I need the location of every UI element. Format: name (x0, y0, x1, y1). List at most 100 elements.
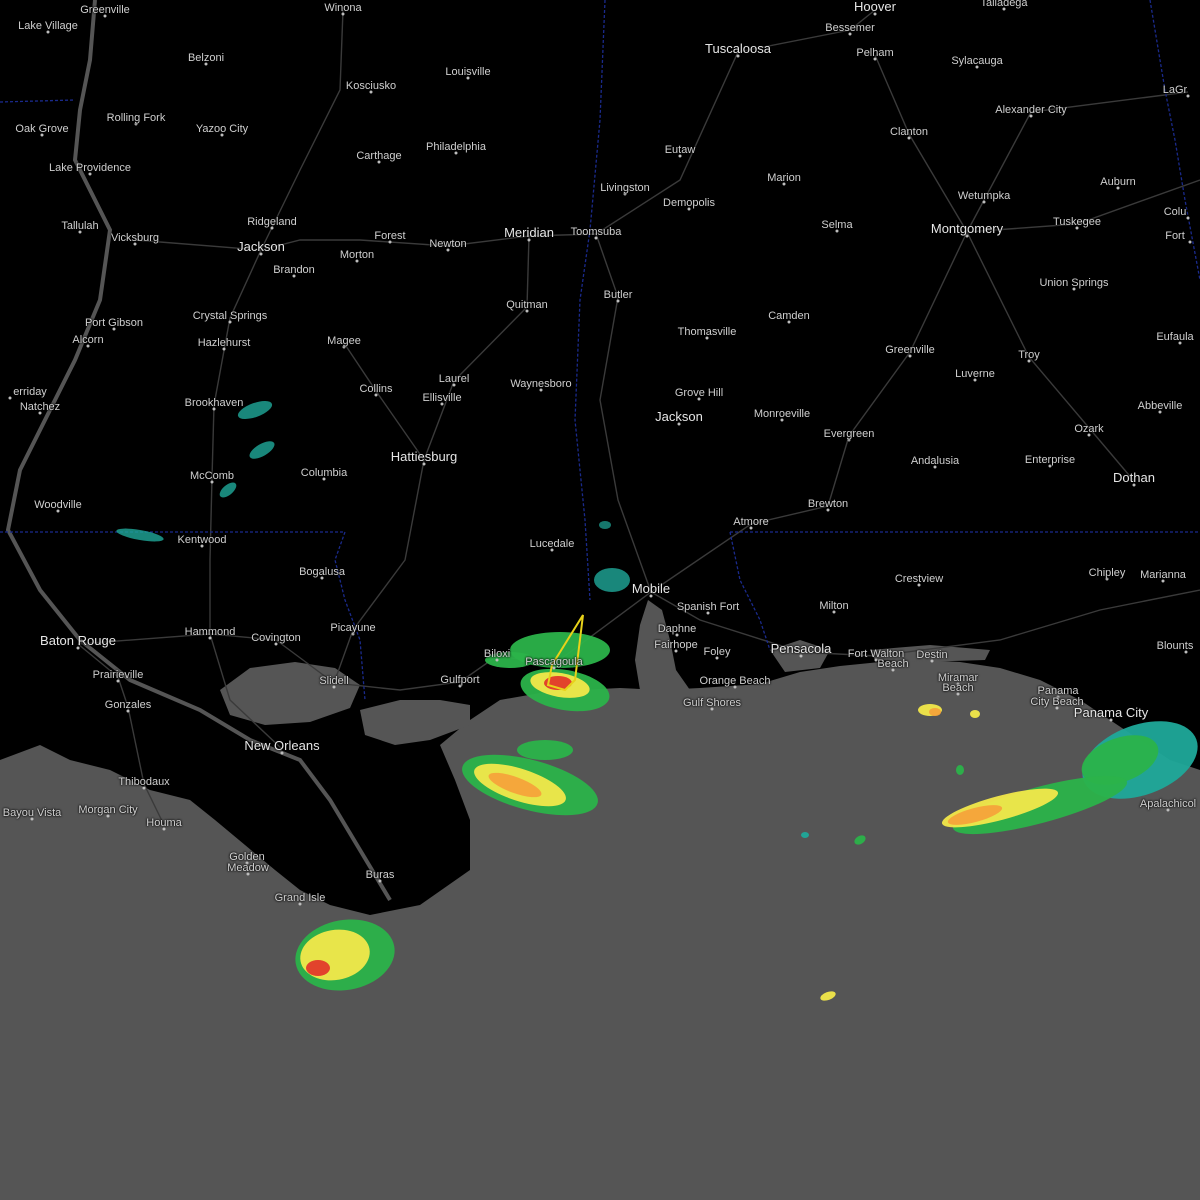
city-label[interactable]: Blounts (1157, 640, 1194, 652)
city-label[interactable]: Sylacauga (951, 55, 1002, 67)
city-label[interactable]: Crestview (895, 573, 943, 585)
city-label[interactable]: Dothan (1113, 470, 1155, 485)
city-label[interactable]: Yazoo City (196, 123, 248, 135)
city-label[interactable]: Baton Rouge (40, 633, 116, 648)
city-label[interactable]: Enterprise (1025, 454, 1075, 466)
city-label[interactable]: Biloxi (484, 648, 510, 660)
city-label[interactable]: Brookhaven (185, 397, 244, 409)
city-label[interactable]: Marion (767, 172, 801, 184)
city-label[interactable]: Greenville (80, 4, 130, 16)
city-label[interactable]: Destin (916, 649, 947, 661)
city-label[interactable]: Butler (604, 289, 633, 301)
city-label[interactable]: Crystal Springs (193, 310, 268, 322)
city-label[interactable]: Meadow (227, 862, 269, 874)
city-label[interactable]: Beach (877, 658, 908, 670)
city-label[interactable]: Brewton (808, 498, 848, 510)
city-label[interactable]: Bessemer (825, 22, 875, 34)
city-label[interactable]: Bayou Vista (3, 807, 62, 819)
city-label[interactable]: Luverne (955, 368, 995, 380)
city-label[interactable]: Orange Beach (700, 675, 771, 687)
city-label[interactable]: Winona (324, 2, 361, 14)
radar-map[interactable]: Greenville Winona Hoover Talladega Lake Vill… (0, 0, 1200, 1200)
city-label[interactable]: Magee (327, 335, 361, 347)
city-label[interactable]: Alexander City (995, 104, 1067, 116)
city-label[interactable]: Gonzales (105, 699, 151, 711)
city-label[interactable]: Jackson (237, 239, 285, 254)
city-label[interactable]: Marianna (1140, 569, 1186, 581)
city-label[interactable]: Carthage (356, 150, 401, 162)
city-label[interactable]: Morton (340, 249, 374, 261)
city-label[interactable]: Clanton (890, 126, 928, 138)
city-label[interactable]: Pascagoula (525, 656, 583, 668)
city-label[interactable]: Vicksburg (111, 232, 159, 244)
city-label[interactable]: Atmore (733, 516, 768, 528)
city-label[interactable]: Andalusia (911, 455, 959, 467)
city-label[interactable]: Lake Providence (49, 162, 131, 174)
city-label[interactable]: Abbeville (1138, 400, 1183, 412)
city-label[interactable]: Greenville (885, 344, 935, 356)
city-label[interactable]: Mobile (632, 581, 670, 596)
city-label[interactable]: Pelham (856, 47, 893, 59)
city-label[interactable]: Meridian (504, 225, 554, 240)
city-label[interactable]: Alcorn (72, 334, 103, 346)
city-label[interactable]: Philadelphia (426, 141, 486, 153)
city-label[interactable]: Apalachicol (1140, 798, 1196, 810)
city-label[interactable]: Collins (359, 383, 392, 395)
city-label[interactable]: Spanish Fort (677, 601, 739, 613)
city-label[interactable]: Monroeville (754, 408, 810, 420)
city-label[interactable]: Milton (819, 600, 848, 612)
city-label[interactable]: Hammond (185, 626, 236, 638)
city-label[interactable]: Ellisville (422, 392, 461, 404)
city-label[interactable]: Wetumpka (958, 190, 1010, 202)
city-label[interactable]: Selma (821, 219, 852, 231)
city-label[interactable]: Eufaula (1156, 331, 1193, 343)
city-label[interactable]: Tallulah (61, 220, 98, 232)
city-label[interactable]: Covington (251, 632, 301, 644)
city-label[interactable]: Lake Village (18, 20, 78, 32)
city-label[interactable]: Ozark (1074, 423, 1103, 435)
city-label[interactable]: Troy (1018, 349, 1040, 361)
city-label[interactable]: Gulf Shores (683, 697, 741, 709)
city-label[interactable]: Hattiesburg (391, 449, 457, 464)
city-label[interactable]: erriday (13, 386, 47, 398)
city-label[interactable]: Toomsuba (571, 226, 622, 238)
city-label[interactable]: New Orleans (244, 738, 319, 753)
city-label[interactable]: Quitman (506, 299, 548, 311)
city-label[interactable]: Hoover (854, 0, 896, 14)
city-label[interactable]: Forest (374, 230, 405, 242)
city-label[interactable]: Buras (366, 869, 395, 881)
city-label[interactable]: Auburn (1100, 176, 1135, 188)
city-label[interactable]: LaGr (1163, 84, 1187, 96)
city-label[interactable]: Slidell (319, 675, 348, 687)
city-label[interactable]: Thomasville (678, 326, 737, 338)
city-label[interactable]: Laurel (439, 373, 470, 385)
city-label[interactable]: Colu (1164, 206, 1187, 218)
city-label[interactable]: Woodville (34, 499, 82, 511)
city-label[interactable]: Fort (1165, 230, 1185, 242)
city-label[interactable]: Louisville (445, 66, 490, 78)
city-label[interactable]: Livingston (600, 182, 650, 194)
city-label[interactable]: Kosciusko (346, 80, 396, 92)
city-label[interactable]: Picayune (330, 622, 375, 634)
city-label[interactable]: Grove Hill (675, 387, 723, 399)
city-label[interactable]: Evergreen (824, 428, 875, 440)
city-label[interactable]: Houma (146, 817, 181, 829)
city-label[interactable]: Prairieville (93, 669, 144, 681)
city-label[interactable]: Thibodaux (118, 776, 169, 788)
city-label[interactable]: Fairhope (654, 639, 697, 651)
city-label[interactable]: Tuscaloosa (705, 41, 771, 56)
city-label[interactable]: Rolling Fork (107, 112, 166, 124)
city-label[interactable]: Tuskegee (1053, 216, 1101, 228)
city-label[interactable]: Belzoni (188, 52, 224, 64)
map-canvas[interactable] (0, 0, 1200, 1200)
city-label[interactable]: Pensacola (771, 641, 832, 656)
city-label[interactable]: Foley (704, 646, 731, 658)
city-label[interactable]: Port Gibson (85, 317, 143, 329)
city-label[interactable]: Hazlehurst (198, 337, 251, 349)
city-label[interactable]: Grand Isle (275, 892, 326, 904)
city-label[interactable]: Ridgeland (247, 216, 297, 228)
city-label[interactable]: Morgan City (78, 804, 137, 816)
city-label[interactable]: Montgomery (931, 221, 1003, 236)
city-label[interactable]: Gulfport (440, 674, 479, 686)
city-label[interactable]: Columbia (301, 467, 347, 479)
